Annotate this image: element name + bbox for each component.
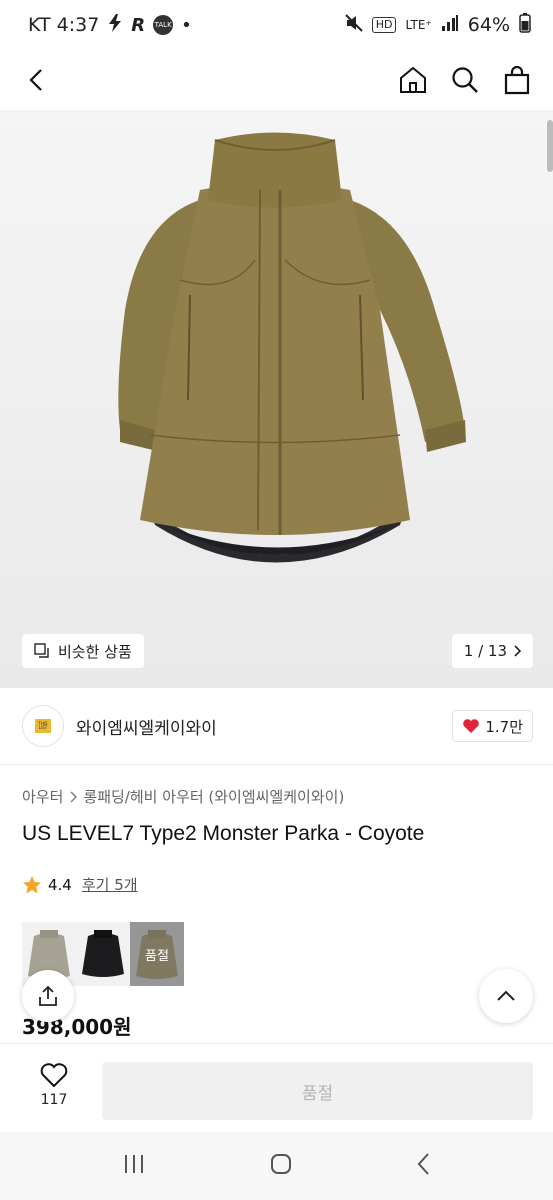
brand-like-button[interactable]: 1.7만 <box>452 710 533 742</box>
app-r-icon: R <box>131 14 146 36</box>
brand-link[interactable]: THIS LIST 와이엠씨엘케이와이 <box>22 705 217 747</box>
signal-icon <box>441 14 459 37</box>
recent-apps-button[interactable] <box>122 1153 146 1179</box>
home-button[interactable] <box>397 64 429 96</box>
home-icon <box>400 66 426 93</box>
battery-text: 64% <box>467 14 510 36</box>
back-system-button[interactable] <box>416 1152 432 1180</box>
product-image-gallery[interactable]: 비슷한 상품 1 / 13 <box>0 110 553 688</box>
review-count-link[interactable]: 후기 5개 <box>82 874 138 895</box>
similar-items-icon <box>34 643 49 658</box>
heart-filled-icon <box>463 719 480 733</box>
heart-outline-icon <box>40 1063 68 1088</box>
hd-badge: HD <box>371 17 397 33</box>
scroll-to-top-button[interactable] <box>479 969 533 1023</box>
color-option-coyote[interactable]: 품절 <box>130 922 184 986</box>
breadcrumb: 아우터 롱패딩/헤비 아우터 (와이엠씨엘케이와이) <box>22 786 344 807</box>
back-button[interactable] <box>20 64 52 96</box>
star-icon <box>23 875 41 893</box>
brand-name: 와이엠씨엘케이와이 <box>76 718 217 739</box>
system-navigation-bar <box>0 1132 553 1200</box>
mute-icon <box>345 13 363 37</box>
cart-button[interactable] <box>501 64 533 96</box>
chevron-right-icon <box>514 645 521 657</box>
notification-dot: • <box>181 14 192 36</box>
chevron-up-icon <box>497 990 515 1001</box>
soldout-button[interactable]: 품절 <box>102 1062 533 1120</box>
thumbnail-black-parka <box>82 930 124 977</box>
lte-label: LTE⁺ <box>405 18 432 32</box>
home-system-button[interactable] <box>269 1152 293 1180</box>
breadcrumb-item-category[interactable]: 롱패딩/헤비 아우터 (와이엠씨엘케이와이) <box>83 786 344 807</box>
share-button[interactable] <box>22 970 74 1022</box>
share-icon <box>39 985 57 1006</box>
home-circle-icon <box>270 1154 291 1174</box>
talk-icon: TALK <box>153 15 174 35</box>
back-arrow-icon <box>417 1153 429 1175</box>
search-icon <box>452 67 478 93</box>
bottom-action-bar: 117 품절 <box>0 1043 553 1132</box>
lightning-icon <box>107 13 123 37</box>
rating-summary: 4.4 후기 5개 <box>22 874 138 895</box>
product-title: US LEVEL7 Type2 Monster Parka - Coyote <box>22 822 425 845</box>
chevron-left-icon <box>29 69 42 91</box>
soldout-overlay: 품절 <box>130 922 184 986</box>
battery-icon <box>519 12 531 38</box>
page-scroll-indicator <box>547 120 553 172</box>
recent-apps-icon <box>124 1155 143 1173</box>
color-option-black[interactable] <box>76 922 130 986</box>
rating-value: 4.4 <box>48 875 72 894</box>
search-button[interactable] <box>449 64 481 96</box>
status-time: KT 4:37 <box>28 14 100 36</box>
wishlist-button[interactable]: 117 <box>24 1062 84 1118</box>
similar-products-label: 비슷한 상품 <box>58 642 132 661</box>
brand-logo-mark: THIS LIST <box>35 719 51 733</box>
shopping-bag-icon <box>504 65 530 95</box>
status-bar: KT 4:37 R TALK • HD LTE⁺ 64% <box>0 0 553 50</box>
image-counter-button[interactable]: 1 / 13 <box>451 634 533 668</box>
top-navigation <box>0 50 553 110</box>
brand-like-count: 1.7만 <box>485 717 523 736</box>
product-photo-parka <box>118 132 466 563</box>
brand-logo: THIS LIST <box>22 705 64 747</box>
similar-products-button[interactable]: 비슷한 상품 <box>22 634 144 668</box>
brand-row: THIS LIST 와이엠씨엘케이와이 1.7만 <box>0 688 553 765</box>
breadcrumb-item-outer[interactable]: 아우터 <box>22 786 63 807</box>
image-counter-text: 1 / 13 <box>463 642 507 660</box>
wishlist-count: 117 <box>40 1092 68 1108</box>
chevron-right-icon <box>70 791 78 802</box>
